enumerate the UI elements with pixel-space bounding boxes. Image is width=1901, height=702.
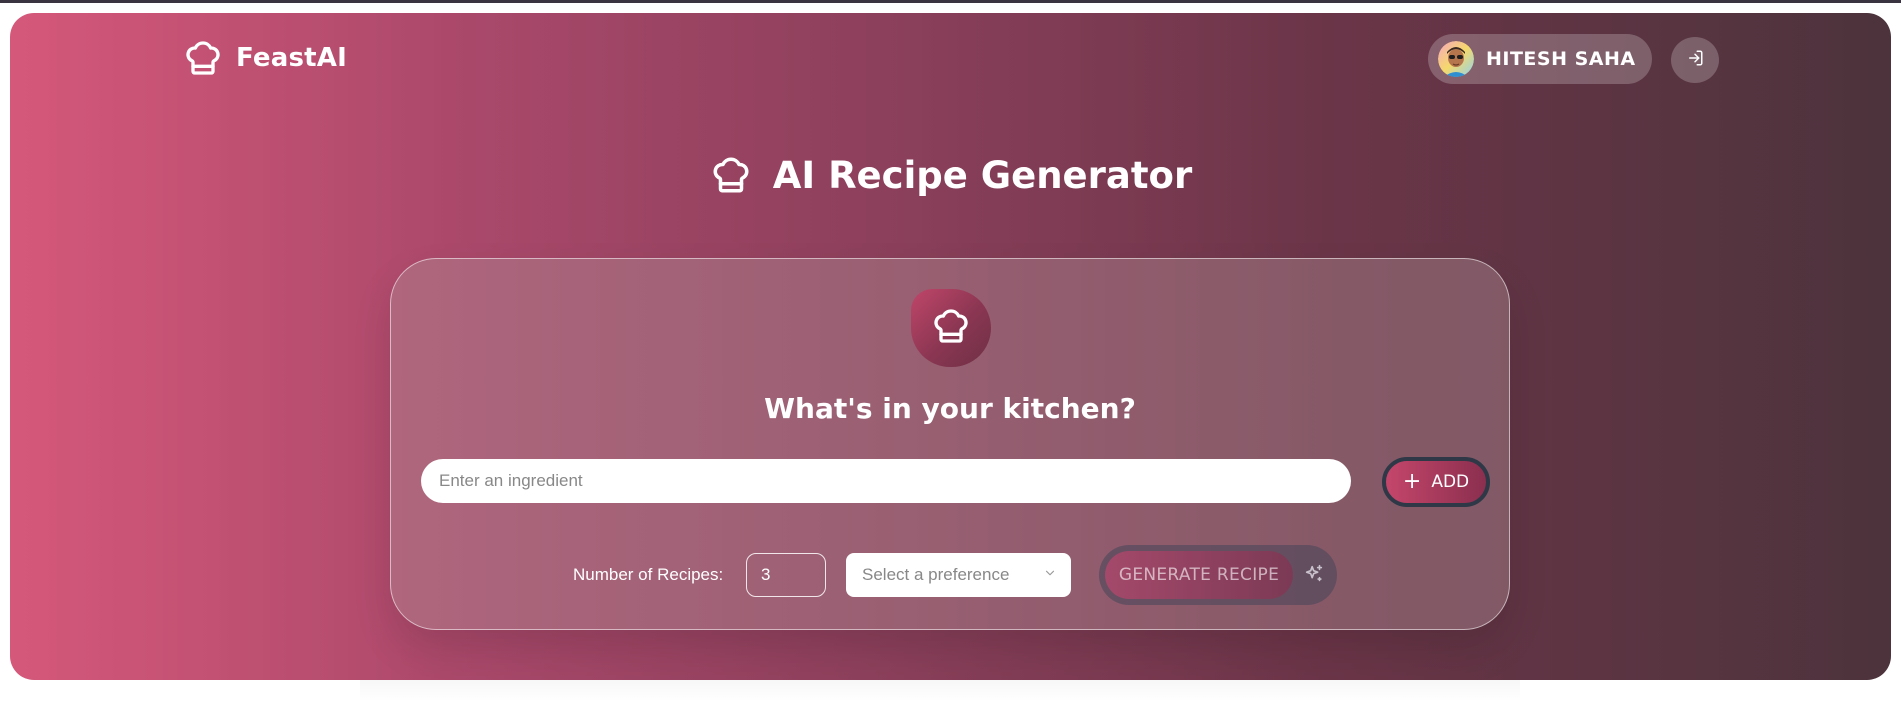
preference-select[interactable]: Select a preference [846, 553, 1071, 597]
plus-icon: + [1402, 469, 1422, 494]
add-ingredient-button[interactable]: + ADD [1382, 457, 1490, 507]
number-of-recipes-input[interactable] [746, 553, 826, 597]
add-button-label: ADD [1431, 472, 1470, 492]
card-logo [911, 289, 991, 367]
brand-name: FeastAI [236, 43, 347, 73]
sparkles-icon [1303, 563, 1327, 587]
logout-icon [1686, 49, 1704, 72]
window-top-border [0, 0, 1901, 3]
page-title: AI Recipe Generator [772, 153, 1193, 197]
chef-hat-icon [182, 37, 224, 79]
hero-section: FeastAI HITESH SAHA AI Recipe Generator … [10, 13, 1891, 680]
avatar [1438, 41, 1474, 77]
number-of-recipes-label: Number of Recipes: [573, 565, 724, 584]
recipe-generator-card: What's in your kitchen? + ADD Number of … [390, 258, 1510, 630]
user-profile-chip[interactable]: HITESH SAHA [1428, 34, 1652, 84]
page-title-row: AI Recipe Generator [10, 153, 1891, 197]
generate-recipe-group: GENERATE RECIPE [1099, 545, 1337, 605]
chef-hat-icon [709, 153, 753, 197]
ingredient-input[interactable] [421, 459, 1351, 503]
page-bottom-shadow [360, 680, 1520, 702]
card-heading: What's in your kitchen? [764, 392, 1136, 425]
preference-placeholder: Select a preference [862, 565, 1010, 584]
chef-hat-icon [931, 306, 971, 351]
generate-recipe-button[interactable]: GENERATE RECIPE [1105, 551, 1293, 599]
chevron-down-icon [1043, 566, 1057, 585]
logout-button[interactable] [1671, 37, 1719, 83]
user-name: HITESH SAHA [1486, 48, 1636, 70]
brand[interactable]: FeastAI [182, 37, 347, 79]
generation-controls: Number of Recipes: Select a preference G… [391, 545, 1509, 605]
